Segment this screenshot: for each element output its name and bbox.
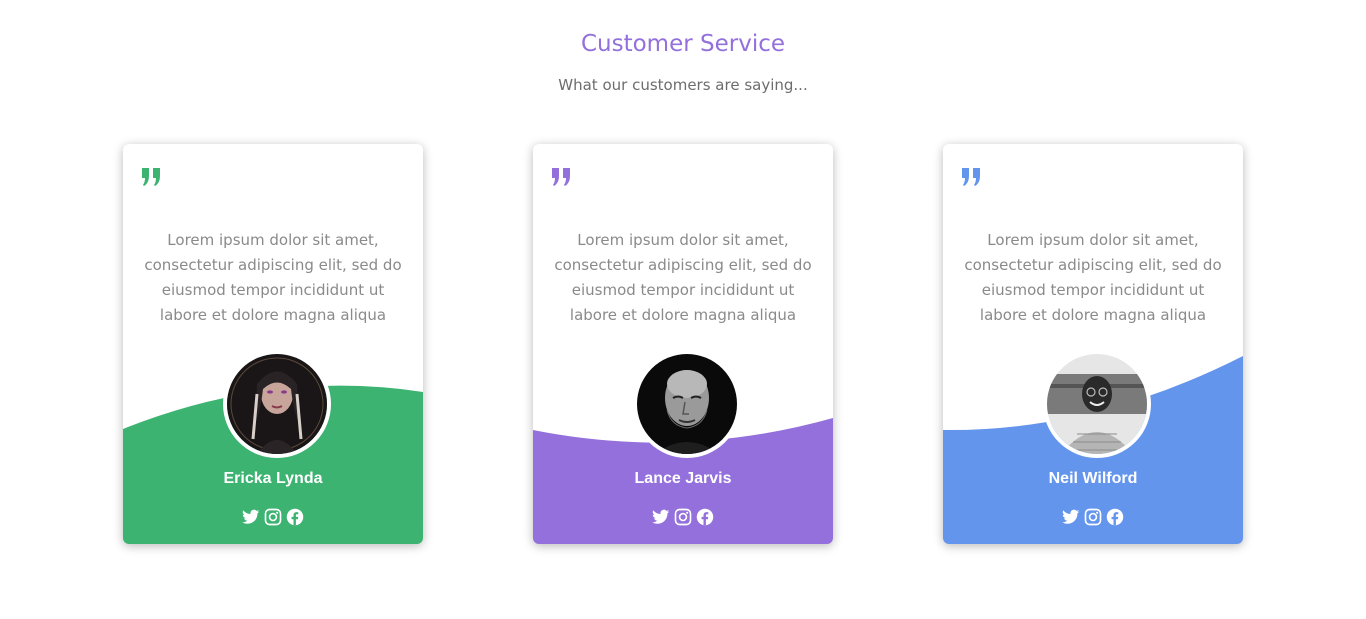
customer-name: Ericka Lynda <box>223 470 323 487</box>
testimonial-card: Lorem ipsum dolor sit amet, consectetur … <box>533 144 833 544</box>
testimonial-card: Lorem ipsum dolor sit amet, consectetur … <box>943 144 1243 544</box>
facebook-icon[interactable] <box>286 508 304 526</box>
avatar <box>633 350 741 458</box>
twitter-icon[interactable] <box>652 508 670 526</box>
social-links <box>533 508 833 528</box>
instagram-icon[interactable] <box>264 508 282 526</box>
social-links <box>943 508 1243 528</box>
avatar <box>1043 350 1151 458</box>
instagram-icon[interactable] <box>1084 508 1102 526</box>
page-title: Customer Service <box>580 31 786 57</box>
testimonial-text: Lorem ipsum dolor sit amet, consectetur … <box>964 231 1222 324</box>
twitter-icon[interactable] <box>242 508 260 526</box>
twitter-icon[interactable] <box>1062 508 1080 526</box>
quote-icon <box>552 168 570 186</box>
customer-name: Lance Jarvis <box>634 470 732 487</box>
avatar <box>223 350 331 458</box>
social-links <box>123 508 423 528</box>
testimonial-text: Lorem ipsum dolor sit amet, consectetur … <box>554 231 812 324</box>
testimonial-text: Lorem ipsum dolor sit amet, consectetur … <box>144 231 402 324</box>
facebook-icon[interactable] <box>1106 508 1124 526</box>
quote-icon <box>962 168 980 186</box>
testimonial-card: Lorem ipsum dolor sit amet, consectetur … <box>123 144 423 544</box>
page-subtitle: What our customers are saying... <box>558 76 808 94</box>
customer-name: Neil Wilford <box>1048 470 1138 487</box>
instagram-icon[interactable] <box>674 508 692 526</box>
facebook-icon[interactable] <box>696 508 714 526</box>
quote-icon <box>142 168 160 186</box>
